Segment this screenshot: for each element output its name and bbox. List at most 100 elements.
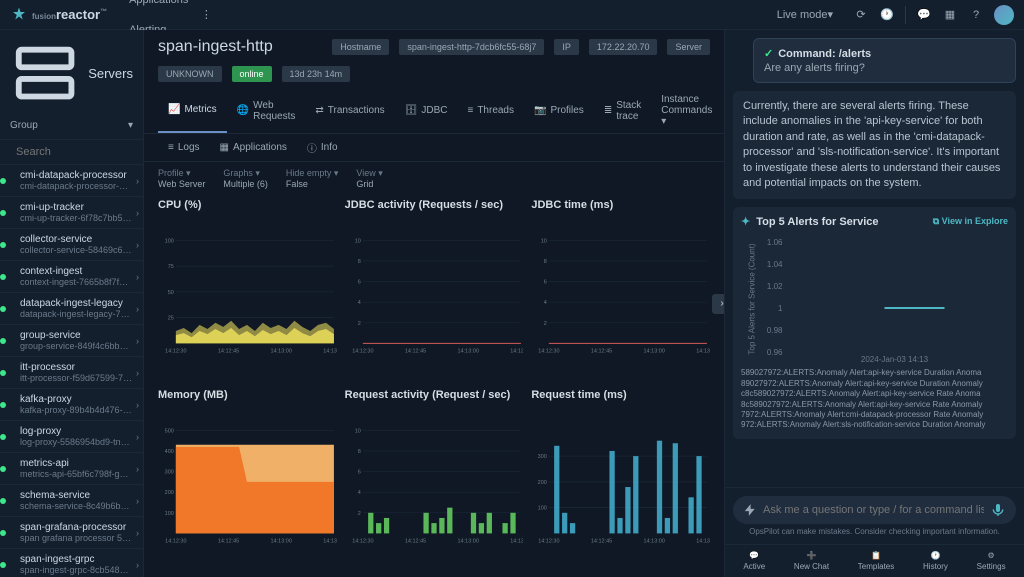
group-selector[interactable]: Group▾ [0, 116, 143, 139]
check-icon: ✓ [764, 47, 773, 60]
subtab-logs[interactable]: ≡Logs [158, 134, 210, 161]
server-item[interactable]: group-servicegroup-service-849f4c6bb9-b8… [0, 325, 143, 357]
clock-icon[interactable]: 🕐 [879, 7, 895, 23]
svg-text:14:13:15: 14:13:15 [510, 348, 523, 354]
chart: JDBC activity (Requests / sec)24681014:1… [345, 195, 524, 377]
chat-icon[interactable]: 💬 [916, 7, 932, 23]
ip-label: IP [554, 39, 579, 55]
chat-disclaimer: OpsPilot can make mistakes. Consider che… [733, 527, 1016, 536]
server-label: Server [667, 39, 710, 55]
chat-input[interactable] [763, 504, 984, 516]
chart-title: JDBC activity (Requests / sec) [345, 195, 524, 215]
chat-footer-active[interactable]: 💬Active [743, 551, 765, 571]
chevron-right-icon: › [136, 176, 139, 186]
next-page-button[interactable]: › [712, 294, 724, 314]
live-mode-toggle[interactable]: Live mode ▾ [767, 0, 843, 30]
tab-web-requests[interactable]: 🌐Web Requests [227, 88, 306, 133]
tab-icon: 🗄 [405, 105, 418, 116]
server-item[interactable]: span-ingest-grpcspan-ingest-grpc-8cb548c… [0, 549, 143, 577]
vertical-dots-icon[interactable]: ⋮ [198, 7, 214, 23]
ai-message: Currently, there are several alerts firi… [733, 91, 1016, 199]
svg-text:14:12:45: 14:12:45 [591, 348, 612, 354]
svg-text:75: 75 [168, 264, 174, 270]
chart: Request time (ms)10020030014:12:3014:12:… [531, 385, 710, 567]
chevron-right-icon: › [136, 464, 139, 474]
tab-icon: ≣ [604, 105, 612, 116]
svg-text:14:12:30: 14:12:30 [165, 348, 186, 354]
svg-text:14:12:45: 14:12:45 [218, 348, 239, 354]
topnav-applications[interactable]: Applications [119, 0, 198, 15]
server-item[interactable]: schema-serviceschema-service-8c49b6bc56-… [0, 485, 143, 517]
svg-text:14:12:45: 14:12:45 [405, 538, 426, 544]
tab-jdbc[interactable]: 🗄JDBC [395, 88, 458, 133]
svg-text:500: 500 [165, 428, 174, 434]
spark-icon: ✦ [741, 215, 750, 228]
svg-text:1.06: 1.06 [767, 238, 783, 247]
logo-icon [10, 6, 28, 24]
svg-text:6: 6 [357, 280, 360, 286]
svg-text:400: 400 [165, 449, 174, 455]
svg-text:1.02: 1.02 [767, 282, 783, 291]
server-item[interactable]: itt-processoritt-processor-f59d67599-7ht… [0, 357, 143, 389]
filter-hide-empty[interactable]: Hide empty ▾False [286, 168, 339, 189]
tab-profiles[interactable]: 📷Profiles [524, 88, 594, 133]
server-item[interactable]: context-ingestcontext-ingest-7665b8f7fd-… [0, 261, 143, 293]
server-item[interactable]: cmi-up-trackercmi-up-tracker-6f78c7bb5b-… [0, 197, 143, 229]
help-icon[interactable]: ? [968, 7, 984, 23]
sidebar: Servers Group▾ cmi-datapack-processorcmi… [0, 30, 144, 577]
server-item[interactable]: kafka-proxykafka-proxy-89b4b4d476-qdp58› [0, 389, 143, 421]
chat-footer-history[interactable]: 🕐History [923, 551, 948, 571]
subtab-info[interactable]: ⓘInfo [297, 134, 348, 161]
status-badge: online [232, 66, 272, 82]
server-item[interactable]: cmi-datapack-processorcmi-datapack-proce… [0, 165, 143, 197]
server-item[interactable]: collector-servicecollector-service-58469… [0, 229, 143, 261]
svg-text:14:13:00: 14:13:00 [457, 348, 478, 354]
chat-footer-new-chat[interactable]: ➕New Chat [794, 551, 829, 571]
svg-text:2: 2 [357, 321, 360, 327]
chart-title: Request activity (Request / sec) [345, 385, 524, 405]
chart: Memory (MB)10020030040050014:12:3014:12:… [158, 385, 337, 567]
grid-icon[interactable]: ▦ [942, 7, 958, 23]
chevron-right-icon: › [136, 528, 139, 538]
tab-transactions[interactable]: ⇄Transactions [305, 88, 394, 133]
tab-stack-trace[interactable]: ≣Stack trace [594, 88, 651, 133]
subtab-applications[interactable]: ▦Applications [210, 134, 297, 161]
alerts-panel: ✦ Top 5 Alerts for Service ⧉ View in Exp… [733, 207, 1016, 438]
svg-text:14:13:00: 14:13:00 [644, 348, 665, 354]
chart-title: Memory (MB) [158, 385, 337, 405]
svg-text:Top 5 Alerts for Service (Coun: Top 5 Alerts for Service (Count) [748, 243, 757, 354]
filter-graphs[interactable]: Graphs ▾Multiple (6) [223, 168, 268, 189]
svg-text:1.04: 1.04 [767, 260, 783, 269]
chat-footer-settings[interactable]: ⚙Settings [977, 551, 1006, 571]
svg-text:14:12:45: 14:12:45 [405, 348, 426, 354]
refresh-icon[interactable]: ⟳ [853, 7, 869, 23]
svg-text:0.96: 0.96 [767, 348, 783, 357]
filter-profile[interactable]: Profile ▾Web Server [158, 168, 205, 189]
tab-metrics[interactable]: 📈Metrics [158, 88, 227, 133]
server-item[interactable]: span-grafana-processorspan grafana proce… [0, 517, 143, 549]
svg-text:14:13:00: 14:13:00 [457, 538, 478, 544]
tab-icon: ≡ [467, 105, 473, 116]
server-item[interactable]: datapack-ingest-legacydatapack-ingest-le… [0, 293, 143, 325]
top-nav: fusionreactor™ OverviewServersApplicatio… [0, 0, 1024, 30]
filter-view[interactable]: View ▾Grid [356, 168, 382, 189]
mic-icon[interactable] [990, 502, 1006, 518]
subtab-icon: ▦ [220, 142, 229, 153]
avatar[interactable] [994, 5, 1014, 25]
server-value: UNKNOWN [158, 66, 222, 82]
hostname-label: Hostname [332, 39, 389, 55]
search-input[interactable] [16, 146, 158, 158]
footer-icon: 📋 [871, 551, 881, 560]
instance-commands[interactable]: Instance Commands ▾ [651, 88, 722, 133]
server-item[interactable]: log-proxylog-proxy-5586954bd9-tnzsq› [0, 421, 143, 453]
chevron-right-icon: › [136, 272, 139, 282]
tab-threads[interactable]: ≡Threads [457, 88, 524, 133]
view-in-explore-link[interactable]: ⧉ View in Explore [933, 216, 1008, 227]
chat-footer-templates[interactable]: 📋Templates [858, 551, 894, 571]
svg-text:200: 200 [165, 490, 174, 496]
svg-text:200: 200 [538, 480, 547, 486]
server-item[interactable]: metrics-apimetrics-api-65bf6c798f-ggktf› [0, 453, 143, 485]
svg-text:10: 10 [354, 428, 360, 434]
svg-text:2024-Jan-03 14:13: 2024-Jan-03 14:13 [861, 355, 929, 364]
lightning-icon[interactable] [743, 503, 757, 517]
